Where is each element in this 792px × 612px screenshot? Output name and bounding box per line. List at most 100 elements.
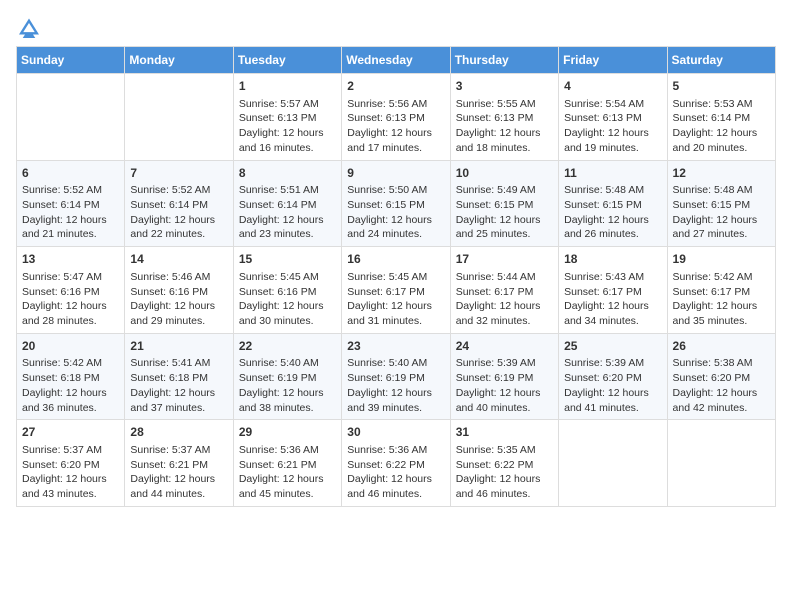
calendar-cell bbox=[667, 420, 775, 507]
day-info: Sunrise: 5:48 AMSunset: 6:15 PMDaylight:… bbox=[564, 183, 661, 242]
day-info: Sunrise: 5:45 AMSunset: 6:16 PMDaylight:… bbox=[239, 270, 336, 329]
calendar-cell: 6Sunrise: 5:52 AMSunset: 6:14 PMDaylight… bbox=[17, 160, 125, 247]
day-info: Sunrise: 5:39 AMSunset: 6:20 PMDaylight:… bbox=[564, 356, 661, 415]
calendar-cell: 17 Sunrise: 5:44 AMSunset: 6:17 PMDayligh… bbox=[450, 247, 558, 334]
calendar-cell: 14 Sunrise: 5:46 AMSunset: 6:16 PMDayligh… bbox=[125, 247, 233, 334]
day-number: 25 bbox=[564, 338, 661, 355]
col-header-thursday: Thursday bbox=[450, 47, 558, 74]
calendar-cell: 12Sunrise: 5:48 AMSunset: 6:15 PMDayligh… bbox=[667, 160, 775, 247]
calendar-cell: 4 Sunrise: 5:54 AMSunset: 6:13 PMDaylight… bbox=[559, 74, 667, 161]
day-info: Sunrise: 5:42 AMSunset: 6:18 PMDaylight:… bbox=[22, 356, 119, 415]
day-number: 22 bbox=[239, 338, 336, 355]
day-number: 17 bbox=[456, 251, 553, 268]
calendar-cell: 20Sunrise: 5:42 AMSunset: 6:18 PMDayligh… bbox=[17, 333, 125, 420]
day-info: Sunrise: 5:36 AMSunset: 6:21 PMDaylight:… bbox=[239, 443, 336, 502]
calendar-cell bbox=[559, 420, 667, 507]
day-info: Sunrise: 5:48 AMSunset: 6:15 PMDaylight:… bbox=[673, 183, 770, 242]
day-info: Sunrise: 5:52 AMSunset: 6:14 PMDaylight:… bbox=[130, 183, 227, 242]
day-number: 29 bbox=[239, 424, 336, 441]
calendar-cell: 2 Sunrise: 5:56 AMSunset: 6:13 PMDaylight… bbox=[342, 74, 450, 161]
day-info: Sunrise: 5:38 AMSunset: 6:20 PMDaylight:… bbox=[673, 356, 770, 415]
calendar-cell: 7Sunrise: 5:52 AMSunset: 6:14 PMDaylight… bbox=[125, 160, 233, 247]
day-info: Sunrise: 5:37 AMSunset: 6:20 PMDaylight:… bbox=[22, 443, 119, 502]
day-number: 7 bbox=[130, 165, 227, 182]
day-info: Sunrise: 5:35 AMSunset: 6:22 PMDaylight:… bbox=[456, 443, 553, 502]
day-number: 31 bbox=[456, 424, 553, 441]
calendar-cell: 18Sunrise: 5:43 AMSunset: 6:17 PMDayligh… bbox=[559, 247, 667, 334]
day-number: 15 bbox=[239, 251, 336, 268]
day-info: Sunrise: 5:51 AMSunset: 6:14 PMDaylight:… bbox=[239, 183, 336, 242]
day-number: 5 bbox=[673, 78, 770, 95]
col-header-friday: Friday bbox=[559, 47, 667, 74]
day-number: 12 bbox=[673, 165, 770, 182]
day-number: 20 bbox=[22, 338, 119, 355]
calendar-cell: 8Sunrise: 5:51 AMSunset: 6:14 PMDaylight… bbox=[233, 160, 341, 247]
calendar-cell: 22Sunrise: 5:40 AMSunset: 6:19 PMDayligh… bbox=[233, 333, 341, 420]
calendar-cell: 31 Sunrise: 5:35 AMSunset: 6:22 PMDayligh… bbox=[450, 420, 558, 507]
day-number: 4 bbox=[564, 78, 661, 95]
day-number: 10 bbox=[456, 165, 553, 182]
day-number: 18 bbox=[564, 251, 661, 268]
day-info: Sunrise: 5:45 AMSunset: 6:17 PMDaylight:… bbox=[347, 270, 444, 329]
day-info: Sunrise: 5:39 AMSunset: 6:19 PMDaylight:… bbox=[456, 356, 553, 415]
calendar-cell: 13Sunrise: 5:47 AMSunset: 6:16 PMDayligh… bbox=[17, 247, 125, 334]
day-info: Sunrise: 5:44 AMSunset: 6:17 PMDaylight:… bbox=[456, 270, 553, 329]
calendar-cell: 15 Sunrise: 5:45 AMSunset: 6:16 PMDayligh… bbox=[233, 247, 341, 334]
calendar-cell: 3Sunrise: 5:55 AMSunset: 6:13 PMDaylight… bbox=[450, 74, 558, 161]
calendar-row-2: 6 Sunrise: 5:52 AMSunset: 6:14 PMDaylight… bbox=[17, 160, 776, 247]
calendar-cell: 1 Sunrise: 5:57 AMSunset: 6:13 PMDaylight… bbox=[233, 74, 341, 161]
calendar-cell: 19Sunrise: 5:42 AMSunset: 6:17 PMDayligh… bbox=[667, 247, 775, 334]
day-number: 6 bbox=[22, 165, 119, 182]
col-header-sunday: Sunday bbox=[17, 47, 125, 74]
calendar-cell: 24Sunrise: 5:39 AMSunset: 6:19 PMDayligh… bbox=[450, 333, 558, 420]
day-info: Sunrise: 5:46 AMSunset: 6:16 PMDaylight:… bbox=[130, 270, 227, 329]
calendar-cell: 29 Sunrise: 5:36 AMSunset: 6:21 PMDayligh… bbox=[233, 420, 341, 507]
day-info: Sunrise: 5:36 AMSunset: 6:22 PMDaylight:… bbox=[347, 443, 444, 502]
calendar-cell: 30 Sunrise: 5:36 AMSunset: 6:22 PMDayligh… bbox=[342, 420, 450, 507]
day-info: Sunrise: 5:53 AMSunset: 6:14 PMDaylight:… bbox=[673, 97, 770, 156]
day-info: Sunrise: 5:57 AMSunset: 6:13 PMDaylight:… bbox=[239, 97, 336, 156]
calendar-row-5: 27 Sunrise: 5:37 AMSunset: 6:20 PMDayligh… bbox=[17, 420, 776, 507]
day-number: 28 bbox=[130, 424, 227, 441]
day-number: 27 bbox=[22, 424, 119, 441]
day-number: 30 bbox=[347, 424, 444, 441]
day-number: 21 bbox=[130, 338, 227, 355]
day-info: Sunrise: 5:56 AMSunset: 6:13 PMDaylight:… bbox=[347, 97, 444, 156]
calendar-row-4: 20Sunrise: 5:42 AMSunset: 6:18 PMDayligh… bbox=[17, 333, 776, 420]
day-info: Sunrise: 5:40 AMSunset: 6:19 PMDaylight:… bbox=[239, 356, 336, 415]
day-number: 1 bbox=[239, 78, 336, 95]
day-info: Sunrise: 5:40 AMSunset: 6:19 PMDaylight:… bbox=[347, 356, 444, 415]
calendar-cell: 11Sunrise: 5:48 AMSunset: 6:15 PMDayligh… bbox=[559, 160, 667, 247]
calendar: SundayMondayTuesdayWednesdayThursdayFrid… bbox=[16, 46, 776, 507]
day-number: 2 bbox=[347, 78, 444, 95]
calendar-cell: 10Sunrise: 5:49 AMSunset: 6:15 PMDayligh… bbox=[450, 160, 558, 247]
calendar-cell: 21Sunrise: 5:41 AMSunset: 6:18 PMDayligh… bbox=[125, 333, 233, 420]
header bbox=[16, 16, 776, 38]
calendar-cell: 16 Sunrise: 5:45 AMSunset: 6:17 PMDayligh… bbox=[342, 247, 450, 334]
day-number: 14 bbox=[130, 251, 227, 268]
day-number: 11 bbox=[564, 165, 661, 182]
col-header-tuesday: Tuesday bbox=[233, 47, 341, 74]
day-info: Sunrise: 5:47 AMSunset: 6:16 PMDaylight:… bbox=[22, 270, 119, 329]
calendar-header-row: SundayMondayTuesdayWednesdayThursdayFrid… bbox=[17, 47, 776, 74]
day-number: 23 bbox=[347, 338, 444, 355]
col-header-saturday: Saturday bbox=[667, 47, 775, 74]
calendar-row-1: 1 Sunrise: 5:57 AMSunset: 6:13 PMDaylight… bbox=[17, 74, 776, 161]
day-number: 26 bbox=[673, 338, 770, 355]
col-header-monday: Monday bbox=[125, 47, 233, 74]
calendar-row-3: 13Sunrise: 5:47 AMSunset: 6:16 PMDayligh… bbox=[17, 247, 776, 334]
day-number: 8 bbox=[239, 165, 336, 182]
calendar-cell bbox=[125, 74, 233, 161]
calendar-cell: 5 Sunrise: 5:53 AMSunset: 6:14 PMDaylight… bbox=[667, 74, 775, 161]
day-info: Sunrise: 5:49 AMSunset: 6:15 PMDaylight:… bbox=[456, 183, 553, 242]
calendar-cell bbox=[17, 74, 125, 161]
day-info: Sunrise: 5:41 AMSunset: 6:18 PMDaylight:… bbox=[130, 356, 227, 415]
day-number: 24 bbox=[456, 338, 553, 355]
calendar-cell: 28Sunrise: 5:37 AMSunset: 6:21 PMDayligh… bbox=[125, 420, 233, 507]
day-number: 9 bbox=[347, 165, 444, 182]
calendar-cell: 27 Sunrise: 5:37 AMSunset: 6:20 PMDayligh… bbox=[17, 420, 125, 507]
day-info: Sunrise: 5:54 AMSunset: 6:13 PMDaylight:… bbox=[564, 97, 661, 156]
day-number: 16 bbox=[347, 251, 444, 268]
col-header-wednesday: Wednesday bbox=[342, 47, 450, 74]
calendar-cell: 26Sunrise: 5:38 AMSunset: 6:20 PMDayligh… bbox=[667, 333, 775, 420]
